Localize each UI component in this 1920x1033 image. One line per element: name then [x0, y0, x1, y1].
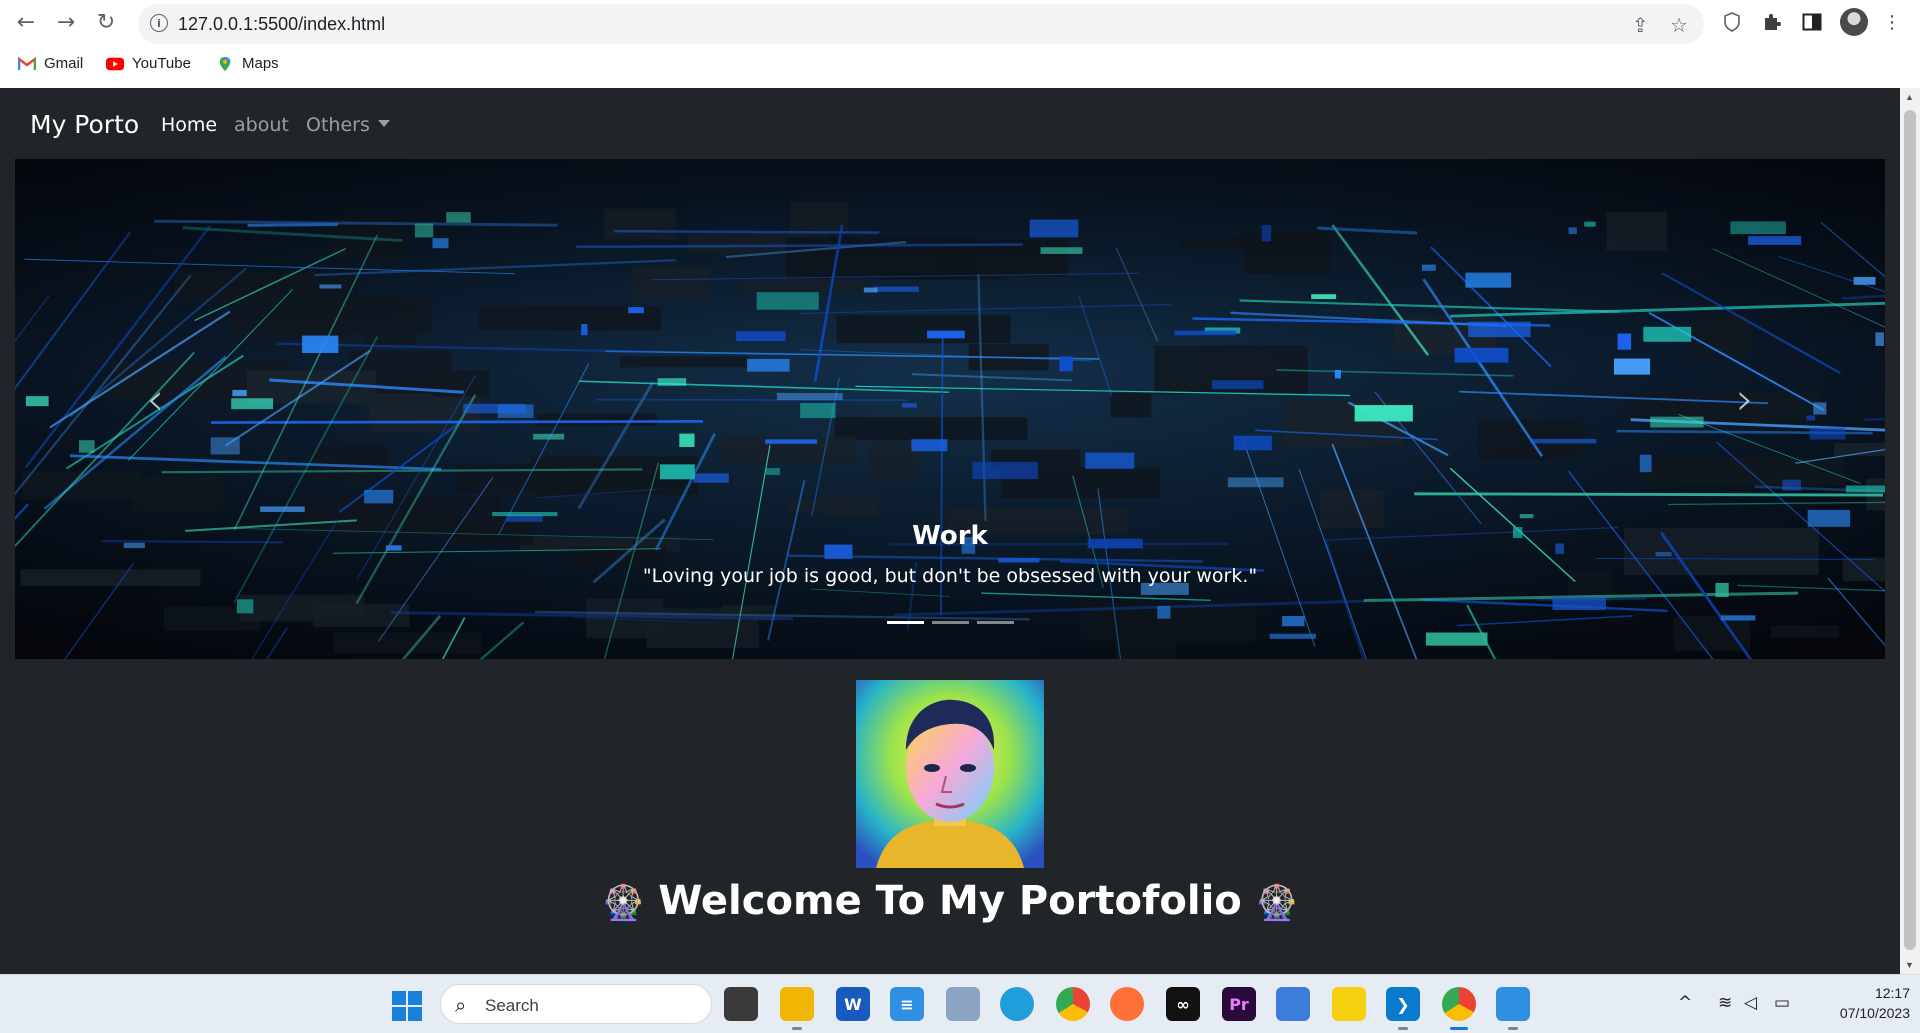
- premiere-icon[interactable]: Pr: [1222, 987, 1256, 1021]
- battery-icon[interactable]: ▭: [1774, 993, 1790, 1013]
- nav-home[interactable]: Home: [161, 114, 217, 136]
- browser-chrome: ← → ↻ i 127.0.0.1:5500/index.html ⇪ ☆ ⋮ …: [0, 0, 1920, 88]
- address-url[interactable]: 127.0.0.1:5500/index.html: [178, 14, 385, 35]
- carousel-indicator[interactable]: [886, 621, 924, 624]
- browser-toolbar: ← → ↻ i 127.0.0.1:5500/index.html ⇪ ☆ ⋮: [0, 0, 1920, 44]
- bookmark-label: YouTube: [132, 55, 191, 72]
- word-icon[interactable]: W: [836, 987, 870, 1021]
- file-explorer-icon[interactable]: [780, 987, 814, 1030]
- shield-icon[interactable]: [1720, 10, 1744, 34]
- chevron-right-icon: ›: [1736, 373, 1754, 425]
- maps-icon: [219, 56, 231, 71]
- clock-time: 12:17: [1874, 985, 1910, 1001]
- caption-title: Work: [912, 521, 988, 551]
- scroll-up-icon[interactable]: ▲: [1905, 92, 1914, 102]
- profile-avatar[interactable]: [1840, 8, 1868, 36]
- wifi-icon[interactable]: ≋: [1718, 993, 1732, 1013]
- forward-button[interactable]: →: [52, 8, 80, 36]
- bookmarks-bar: Gmail YouTube Maps: [0, 50, 1920, 82]
- side-panel-icon[interactable]: [1800, 10, 1824, 34]
- edge-icon[interactable]: [1000, 987, 1034, 1021]
- photos-icon[interactable]: [946, 987, 980, 1021]
- taskbar-search-label: Search: [485, 996, 539, 1015]
- carousel-prev-button[interactable]: ‹: [125, 369, 185, 429]
- page-viewport: My Porto Home about Others ‹ › Work "Lov…: [0, 88, 1900, 974]
- profile-portrait: [856, 680, 1044, 868]
- chrome-icon[interactable]: [1056, 987, 1090, 1021]
- ferris-wheel-icon: 🎡: [1255, 883, 1299, 923]
- vscode-icon[interactable]: ❯: [1386, 987, 1420, 1030]
- carousel-indicators: [15, 621, 1885, 624]
- notepad-icon[interactable]: ≡: [890, 987, 924, 1021]
- bookmark-youtube[interactable]: YouTube: [106, 55, 191, 72]
- back-button[interactable]: ←: [12, 8, 40, 36]
- bookmark-label: Maps: [242, 55, 279, 72]
- snipping-tool-icon[interactable]: [1496, 987, 1530, 1030]
- welcome-text: Welcome To My Portofolio: [658, 878, 1242, 924]
- nav-about[interactable]: about: [234, 114, 289, 136]
- gmail-icon: [18, 56, 36, 70]
- chrome-active-icon[interactable]: [1442, 987, 1476, 1030]
- scroll-down-icon[interactable]: ▼: [1905, 960, 1914, 970]
- taskbar-search[interactable]: ⌕ Search: [440, 984, 712, 1024]
- bookmark-label: Gmail: [44, 55, 84, 72]
- site-info-icon[interactable]: i: [150, 14, 168, 32]
- carousel-next-button[interactable]: ›: [1715, 369, 1775, 429]
- firefox-icon[interactable]: [1110, 987, 1144, 1021]
- caret-down-icon: [377, 120, 390, 127]
- menu-kebab-icon[interactable]: ⋮: [1880, 10, 1904, 34]
- windows-start-button[interactable]: [392, 991, 422, 1021]
- bookmark-star-icon[interactable]: ☆: [1670, 13, 1688, 37]
- taskbar-clock[interactable]: 12:17 07/10/2023: [1810, 983, 1910, 1023]
- hero-carousel: ‹ › Work "Loving your job is good, but d…: [15, 159, 1885, 659]
- clock-date: 07/10/2023: [1839, 1005, 1910, 1021]
- carousel-caption: Work "Loving your job is good, but don't…: [15, 521, 1885, 587]
- extensions-icon[interactable]: [1760, 10, 1784, 34]
- volume-icon[interactable]: ◁: [1744, 993, 1757, 1013]
- site-navbar: My Porto Home about Others: [0, 88, 1900, 160]
- share-icon[interactable]: ⇪: [1632, 13, 1649, 37]
- task-view-icon[interactable]: [724, 987, 758, 1021]
- chevron-left-icon: ‹: [146, 373, 164, 425]
- bookmark-gmail[interactable]: Gmail: [18, 55, 83, 72]
- ms-store-icon[interactable]: [1276, 987, 1310, 1021]
- creative-cloud-icon[interactable]: ∞: [1166, 987, 1200, 1021]
- page-scrollbar[interactable]: ▲ ▼: [1900, 88, 1920, 974]
- welcome-heading: 🎡 Welcome To My Portofolio 🎡: [0, 878, 1900, 924]
- bookmark-maps[interactable]: Maps: [216, 55, 279, 72]
- sticky-notes-icon[interactable]: [1332, 987, 1366, 1021]
- search-icon: ⌕: [455, 993, 467, 1017]
- youtube-icon: [106, 57, 124, 70]
- nav-others-label: Others: [306, 114, 370, 136]
- nav-others-dropdown[interactable]: Others: [306, 114, 390, 136]
- address-bar[interactable]: i 127.0.0.1:5500/index.html ⇪ ☆: [138, 4, 1704, 44]
- carousel-indicator[interactable]: [976, 621, 1014, 624]
- navbar-brand[interactable]: My Porto: [30, 110, 139, 139]
- reload-button[interactable]: ↻: [92, 8, 120, 36]
- scrollbar-thumb[interactable]: [1904, 110, 1916, 950]
- caption-text: "Loving your job is good, but don't be o…: [642, 565, 1258, 587]
- carousel-indicator[interactable]: [931, 621, 969, 624]
- ferris-wheel-icon: 🎡: [601, 883, 645, 923]
- tray-overflow-icon[interactable]: ^: [1678, 993, 1692, 1013]
- os-taskbar: ⌕ Search W ≡ ∞ Pr ❯ ^ ≋ ◁ ▭ 12:17 07/10/…: [0, 974, 1920, 1033]
